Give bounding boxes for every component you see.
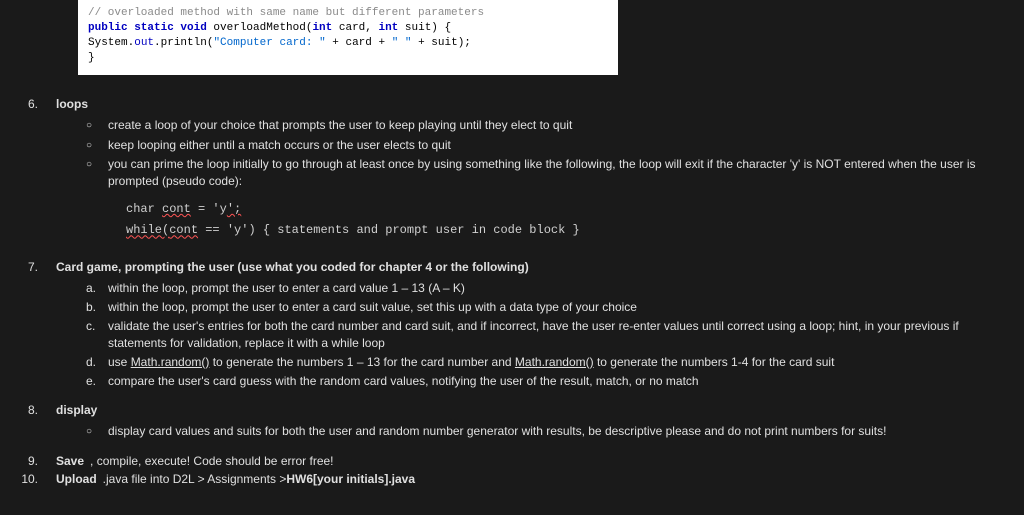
bullet-icon (86, 156, 108, 188)
sublist-text: within the loop, prompt the user to ente… (108, 299, 1008, 315)
item-number: 7. (0, 260, 56, 399)
sublist-label: d. (86, 354, 108, 370)
item-title: Upload (56, 472, 97, 486)
sublist: display card values and suits for both t… (86, 423, 1008, 440)
list-item-8: 8. display display card values and suits… (0, 403, 1024, 450)
sublist-label: b. (86, 299, 108, 315)
item-number: 10. (0, 472, 56, 486)
list-item-9: 9. Save , compile, execute! Code should b… (0, 454, 1024, 468)
sublist-label: c. (86, 318, 108, 350)
bullet-icon (86, 137, 108, 154)
item-rest: .java file into D2L > Assignments > (103, 472, 287, 486)
item-number: 9. (0, 454, 56, 468)
item-rest: , compile, execute! Code should be error… (90, 454, 333, 468)
list-item-6: 6. loops create a loop of your choice th… (0, 97, 1024, 256)
code-comment: // overloaded method with same name but … (88, 7, 484, 19)
item-title: loops (56, 97, 1008, 111)
item-number: 6. (0, 97, 56, 256)
sublist-label: e. (86, 373, 108, 389)
sublist-text: validate the user's entries for both the… (108, 318, 1008, 350)
list-item-7: 7. Card game, prompting the user (use wh… (0, 260, 1024, 399)
sublist: a.within the loop, prompt the user to en… (86, 280, 1008, 389)
list-item-10: 10. Upload .java file into D2L > Assignm… (0, 472, 1024, 486)
sublist-text: create a loop of your choice that prompt… (108, 117, 1008, 134)
pseudo-code-block: char cont = 'y'; while(cont == 'y') { st… (126, 199, 1008, 242)
bullet-icon (86, 117, 108, 134)
sublist: create a loop of your choice that prompt… (86, 117, 1008, 188)
sublist-text: keep looping either until a match occurs… (108, 137, 1008, 154)
sublist-label: a. (86, 280, 108, 296)
code-snippet-box: // overloaded method with same name but … (78, 0, 618, 75)
sublist-text: compare the user's card guess with the r… (108, 373, 1008, 389)
sublist-text: display card values and suits for both t… (108, 423, 1008, 440)
sublist-text: you can prime the loop initially to go t… (108, 156, 1008, 188)
item-number: 8. (0, 403, 56, 450)
sublist-text: use Math.random() to generate the number… (108, 354, 1008, 370)
sublist-text: within the loop, prompt the user to ente… (108, 280, 1008, 296)
item-rest-bold: HW6[your initials].java (286, 472, 415, 486)
item-title: Save (56, 454, 84, 468)
item-title: Card game, prompting the user (use what … (56, 260, 1008, 274)
bullet-icon (86, 423, 108, 440)
item-title: display (56, 403, 1008, 417)
document-content: // overloaded method with same name but … (0, 0, 1024, 498)
